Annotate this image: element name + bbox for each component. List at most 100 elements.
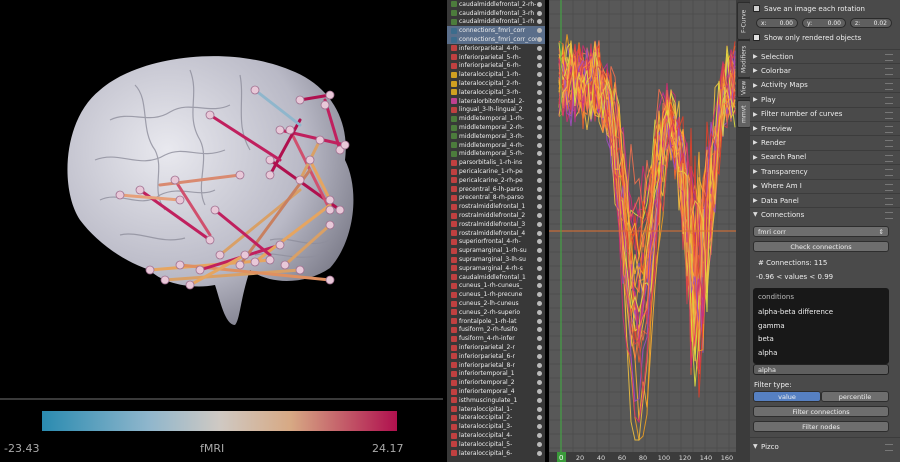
- visibility-icon[interactable]: [537, 309, 542, 315]
- drag-grip-icon[interactable]: [885, 444, 893, 451]
- drag-grip-icon[interactable]: [885, 126, 893, 133]
- filter-connections-button[interactable]: Filter connections: [753, 406, 889, 417]
- drag-grip-icon[interactable]: [885, 183, 893, 191]
- visibility-icon[interactable]: [537, 213, 542, 219]
- conditions-menu[interactable]: conditions alpha-beta difference gamma bet…: [753, 288, 889, 364]
- save-image-checkbox[interactable]: [753, 5, 760, 12]
- condition-option[interactable]: alpha: [758, 349, 777, 357]
- outliner-item[interactable]: inferiorparietal_8-r: [447, 361, 545, 370]
- outliner-item[interactable]: pericalcarine_2-rh-pe: [447, 176, 545, 185]
- drag-grip-icon[interactable]: [885, 54, 893, 61]
- section-header[interactable]: ▶ Freeview: [753, 122, 893, 135]
- visibility-icon[interactable]: [537, 125, 542, 131]
- visibility-icon[interactable]: [537, 257, 542, 263]
- outliner-item[interactable]: middletemporal_3-rh-: [447, 132, 545, 141]
- outliner-item[interactable]: supramarginal_3-lh-su: [447, 255, 545, 264]
- outliner-item[interactable]: superiorfrontal_4-rh-: [447, 238, 545, 247]
- drag-grip-icon[interactable]: [885, 111, 893, 119]
- outliner-panel[interactable]: caudalmiddlefrontal_2-rh-caudalmiddlefro…: [447, 0, 545, 462]
- outliner-item[interactable]: inferiorparietal_6-rh-: [447, 62, 545, 71]
- visibility-icon[interactable]: [537, 10, 542, 16]
- rotation-y-field[interactable]: y: 0.00: [802, 18, 846, 28]
- visibility-icon[interactable]: [537, 283, 542, 289]
- visibility-icon[interactable]: [537, 406, 542, 412]
- section-header[interactable]: ▶ Render: [753, 136, 893, 149]
- outliner-item[interactable]: lateraloccipital_2-: [447, 414, 545, 423]
- visibility-icon[interactable]: [537, 133, 542, 139]
- section-header[interactable]: ▶ Activity Maps: [753, 79, 893, 92]
- visibility-icon[interactable]: [537, 389, 542, 395]
- drag-grip-icon[interactable]: [885, 97, 893, 105]
- visibility-icon[interactable]: [537, 177, 542, 183]
- outliner-item[interactable]: precentral_6-lh-parso: [447, 185, 545, 194]
- visibility-icon[interactable]: [537, 54, 542, 60]
- graph-editor[interactable]: 0 20 40 60 80 100 120 140 160: [549, 0, 736, 462]
- visibility-icon[interactable]: [537, 89, 542, 95]
- tab-modifiers[interactable]: Modifiers: [737, 40, 751, 78]
- visibility-icon[interactable]: [537, 221, 542, 227]
- outliner-item[interactable]: lateraloccipital_6-: [447, 449, 545, 458]
- outliner-item[interactable]: inferiortemporal_2: [447, 378, 545, 387]
- save-image-row[interactable]: Save an image each rotation: [753, 2, 893, 15]
- outliner-item[interactable]: middletemporal_5-rh-: [447, 150, 545, 159]
- condition-option[interactable]: alpha-beta difference: [758, 308, 833, 316]
- outliner-item[interactable]: fusiform_2-rh-fusifo: [447, 326, 545, 335]
- visibility-icon[interactable]: [537, 362, 542, 368]
- visibility-icon[interactable]: [537, 336, 542, 342]
- visibility-icon[interactable]: [537, 72, 542, 78]
- outliner-item[interactable]: isthmuscingulate_1: [447, 396, 545, 405]
- visibility-icon[interactable]: [537, 169, 542, 175]
- outliner-item[interactable]: middletemporal_4-rh-: [447, 141, 545, 150]
- tab-mmvt[interactable]: mmvt: [737, 100, 751, 128]
- drag-grip-icon[interactable]: [885, 140, 893, 148]
- drag-grip-icon[interactable]: [885, 198, 893, 205]
- outliner-item[interactable]: supramarginal_4-rh-s: [447, 264, 545, 273]
- visibility-icon[interactable]: [537, 265, 542, 271]
- check-connections-button[interactable]: Check connections: [753, 241, 889, 252]
- filter-percentile-toggle[interactable]: percentile: [821, 391, 889, 402]
- outliner-item[interactable]: caudalmiddlefrontal_1-rh: [447, 18, 545, 27]
- 3d-viewport[interactable]: -23.43 fMRI 24.17: [0, 0, 443, 462]
- outliner-item[interactable]: inferiorparietal_4-rh-: [447, 44, 545, 53]
- show-rendered-checkbox[interactable]: [753, 34, 760, 41]
- visibility-icon[interactable]: [537, 230, 542, 236]
- visibility-icon[interactable]: [537, 415, 542, 421]
- drag-grip-icon[interactable]: [885, 212, 893, 219]
- visibility-icon[interactable]: [537, 98, 542, 104]
- outliner-item[interactable]: middletemporal_1-rh-: [447, 114, 545, 123]
- outliner-item[interactable]: caudalmiddlefrontal_3-rh: [447, 9, 545, 18]
- section-connections-header[interactable]: ▼ Connections: [753, 208, 893, 221]
- outliner-item[interactable]: supramarginal_1-rh-su: [447, 246, 545, 255]
- outliner-item[interactable]: cuneus_1-rh-precune: [447, 290, 545, 299]
- outliner-item[interactable]: lateraloccipital_1-rh-: [447, 70, 545, 79]
- outliner-item[interactable]: lateraloccipital_2-rh-: [447, 79, 545, 88]
- tab-view[interactable]: View: [737, 78, 751, 98]
- outliner-item[interactable]: lateralorbitofrontal_2-: [447, 97, 545, 106]
- visibility-icon[interactable]: [537, 19, 542, 25]
- visibility-icon[interactable]: [537, 274, 542, 280]
- drag-grip-icon[interactable]: [885, 169, 893, 177]
- visibility-icon[interactable]: [537, 1, 542, 7]
- section-header[interactable]: ▶ Colorbar: [753, 64, 893, 77]
- outliner-item[interactable]: caudalmiddlefrontal_2-rh-: [447, 0, 545, 9]
- condition-option[interactable]: gamma: [758, 322, 785, 330]
- outliner-item[interactable]: lateraloccipital_4-: [447, 431, 545, 440]
- visibility-icon[interactable]: [537, 195, 542, 201]
- visibility-icon[interactable]: [537, 353, 542, 359]
- rotation-z-field[interactable]: z: 0.02: [850, 18, 892, 28]
- section-header[interactable]: ▶ Search Panel: [753, 151, 893, 164]
- tab-fcurve[interactable]: F-Curve: [737, 2, 751, 40]
- visibility-icon[interactable]: [537, 239, 542, 245]
- outliner-item[interactable]: inferiorparietal_6-r: [447, 352, 545, 361]
- section-pizco-header[interactable]: ▼ Pizco: [753, 440, 893, 453]
- outliner-item[interactable]: connections_fmri_corr: [447, 26, 545, 36]
- visibility-icon[interactable]: [537, 63, 542, 69]
- filter-nodes-button[interactable]: Filter nodes: [753, 421, 889, 432]
- visibility-icon[interactable]: [537, 116, 542, 122]
- section-header[interactable]: ▶ Data Panel: [753, 194, 893, 207]
- visibility-icon[interactable]: [537, 450, 542, 456]
- visibility-icon[interactable]: [537, 28, 542, 34]
- outliner-item[interactable]: lateraloccipital_3-: [447, 422, 545, 431]
- visibility-icon[interactable]: [537, 433, 542, 439]
- section-header[interactable]: ▶ Where Am I: [753, 180, 893, 193]
